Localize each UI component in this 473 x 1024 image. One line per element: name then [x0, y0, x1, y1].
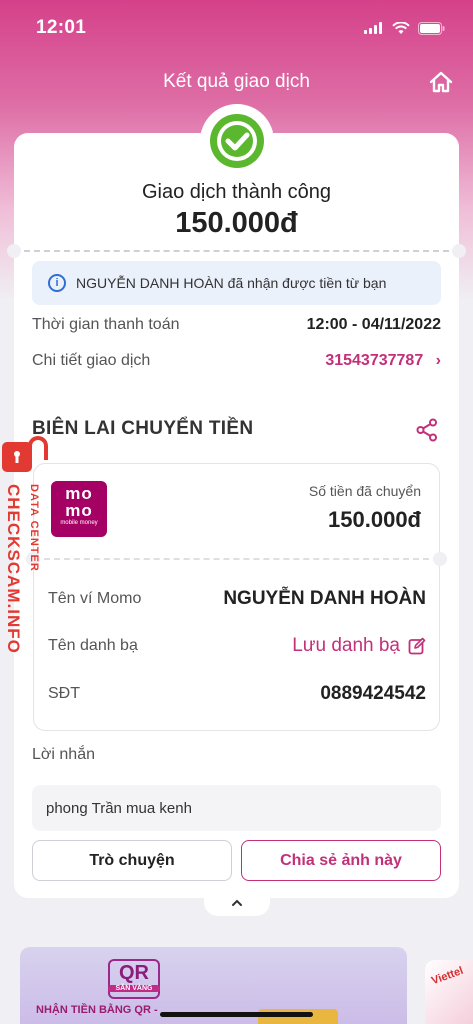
- payment-time-row: Thời gian thanh toán 12:00 - 04/11/2022: [32, 314, 441, 336]
- transaction-detail-row[interactable]: Chi tiết giao dịch 31543737787 ›: [32, 350, 441, 372]
- share-icon: [416, 418, 437, 442]
- receive-notice-text: NGUYỄN DANH HOÀN đã nhận được tiền từ bạ…: [76, 275, 387, 291]
- info-icon: i: [48, 274, 66, 292]
- lock-icon: [2, 442, 32, 472]
- battery-icon: [418, 21, 445, 35]
- banner-qr-sub: SĂN VÀNG: [108, 985, 160, 992]
- banner2-text: Viettel: [429, 964, 465, 988]
- receipt-divider: [44, 558, 429, 560]
- momo-logo-tagline: mobile money: [60, 520, 98, 526]
- wallet-name-value: NGUYỄN DANH HOÀN: [223, 588, 426, 609]
- receipt-notch-right: [433, 552, 447, 566]
- card-notch-right: [452, 244, 466, 258]
- status-time: 12:01: [36, 17, 87, 38]
- receipt-title: BIÊN LAI CHUYỂN TIỀN: [32, 418, 254, 439]
- watermark-title: CHECKSCAM.INFO: [4, 484, 23, 654]
- card-notch-left: [7, 244, 21, 258]
- momo-logo-line1: mo: [65, 484, 93, 503]
- contact-name-row: Tên danh bạ Lưu danh bạ: [48, 634, 426, 658]
- sent-amount-label: Số tiền đã chuyển: [308, 483, 421, 499]
- divider: [24, 250, 449, 252]
- momo-logo-line2: mo: [65, 501, 93, 520]
- wifi-icon: [392, 21, 410, 34]
- share-receipt-button[interactable]: [415, 418, 439, 442]
- message-label: Lời nhắn: [32, 746, 95, 763]
- wallet-name-row: Tên ví Momo NGUYỄN DANH HOÀN: [48, 587, 426, 611]
- collapse-toggle[interactable]: [204, 890, 270, 916]
- phone-row: SĐT 0889424542: [48, 682, 426, 706]
- receive-notice: i NGUYỄN DANH HOÀN đã nhận được tiền từ …: [32, 261, 441, 305]
- wallet-name-label: Tên ví Momo: [48, 590, 142, 607]
- edit-icon: [408, 637, 426, 655]
- message-text: phong Trần mua kenh: [46, 799, 192, 817]
- chevron-right-icon: ›: [435, 352, 441, 369]
- save-contact-text: Lưu danh bạ: [292, 635, 400, 656]
- payment-time-value: 12:00 - 04/11/2022: [306, 316, 441, 333]
- momo-logo: mo mo mobile money: [51, 481, 107, 537]
- success-badge: [200, 104, 274, 178]
- page-title: Kết quả giao dịch: [163, 71, 310, 92]
- banner-qr-logo: QR: [108, 959, 160, 999]
- sent-amount-value: 150.000đ: [328, 507, 421, 532]
- top-nav: Kết quả giao dịch: [0, 60, 473, 104]
- transaction-status: Giao dịch thành công: [141, 181, 332, 203]
- home-indicator: [160, 1012, 313, 1017]
- transaction-detail-label: Chi tiết giao dịch: [32, 352, 151, 369]
- payment-time-label: Thời gian thanh toán: [32, 316, 180, 333]
- share-image-button[interactable]: Chia sẻ ảnh này: [241, 840, 441, 881]
- home-button[interactable]: [427, 68, 455, 96]
- home-icon: [429, 71, 453, 93]
- status-bar: 12:01: [0, 0, 473, 56]
- contact-name-label: Tên danh bạ: [48, 637, 138, 654]
- promo-banner-next[interactable]: Viettel: [425, 960, 473, 1024]
- message-box: phong Trần mua kenh: [32, 785, 441, 831]
- check-circle-icon: [210, 114, 264, 168]
- transaction-id-text: 31543737787: [325, 352, 424, 369]
- transaction-id[interactable]: 31543737787 ›: [325, 352, 441, 370]
- phone-label: SĐT: [48, 685, 80, 702]
- status-icons: [364, 21, 445, 35]
- signal-icon: [364, 22, 382, 34]
- save-contact-button[interactable]: Lưu danh bạ: [292, 635, 426, 657]
- watermark-subtitle: DATA CENTER: [28, 484, 40, 572]
- chevron-up-icon: [232, 899, 242, 906]
- chat-button[interactable]: Trò chuyện: [32, 840, 232, 881]
- transaction-amount: 150.000đ: [175, 207, 298, 239]
- watermark: CHECKSCAM.INFO DATA CENTER: [0, 436, 48, 666]
- phone-value: 0889424542: [320, 683, 426, 704]
- banner-text: NHẬN TIỀN BẰNG QR -: [36, 1004, 158, 1016]
